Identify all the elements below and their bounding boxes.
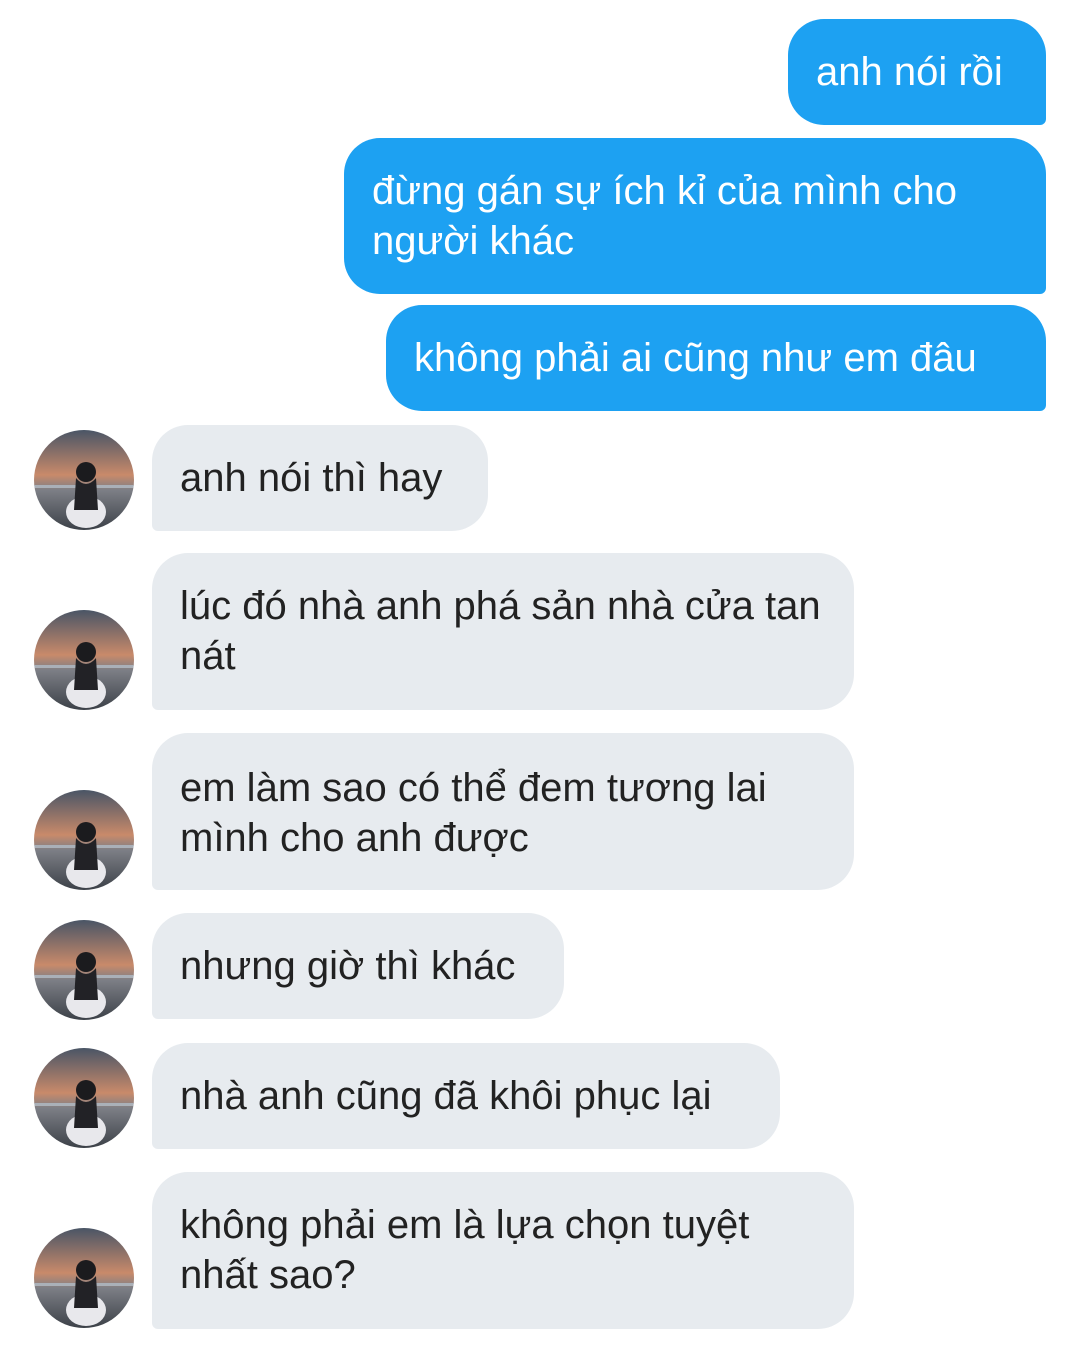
received-message[interactable]: lúc đó nhà anh phá sản nhà cửa tan nát — [152, 553, 854, 710]
message-text: em làm sao có thể đem tương lai mình cho… — [180, 766, 767, 860]
message-text: không phải ai cũng như em đâu — [414, 336, 977, 380]
avatar-icon — [34, 790, 134, 890]
avatar-icon — [34, 1048, 134, 1148]
message-text: không phải em là lựa chọn tuyệt nhất sao… — [180, 1203, 750, 1297]
contact-avatar[interactable] — [34, 1228, 134, 1328]
message-text: anh nói rồi — [816, 50, 1003, 94]
message-text: lúc đó nhà anh phá sản nhà cửa tan nát — [180, 584, 821, 678]
message-text: nhưng giờ thì khác — [180, 944, 516, 988]
avatar-icon — [34, 430, 134, 530]
received-message[interactable]: em làm sao có thể đem tương lai mình cho… — [152, 733, 854, 890]
contact-avatar[interactable] — [34, 920, 134, 1020]
message-text: đừng gán sự ích kỉ của mình cho người kh… — [372, 169, 957, 263]
received-message[interactable]: nhà anh cũng đã khôi phục lại — [152, 1043, 780, 1149]
contact-avatar[interactable] — [34, 1048, 134, 1148]
received-message[interactable]: không phải em là lựa chọn tuyệt nhất sao… — [152, 1172, 854, 1329]
avatar-icon — [34, 1228, 134, 1328]
contact-avatar[interactable] — [34, 790, 134, 890]
message-text: anh nói thì hay — [180, 456, 443, 500]
received-message[interactable]: nhưng giờ thì khác — [152, 913, 564, 1019]
message-text: nhà anh cũng đã khôi phục lại — [180, 1074, 712, 1118]
chat-screen: { "conversation": { "sent": [ {"text": "… — [0, 0, 1080, 1346]
contact-avatar[interactable] — [34, 430, 134, 530]
avatar-icon — [34, 610, 134, 710]
sent-message[interactable]: không phải ai cũng như em đâu — [386, 305, 1046, 411]
sent-message[interactable]: đừng gán sự ích kỉ của mình cho người kh… — [344, 138, 1046, 294]
avatar-icon — [34, 920, 134, 1020]
contact-avatar[interactable] — [34, 610, 134, 710]
received-message[interactable]: anh nói thì hay — [152, 425, 488, 531]
sent-message[interactable]: anh nói rồi — [788, 19, 1046, 125]
